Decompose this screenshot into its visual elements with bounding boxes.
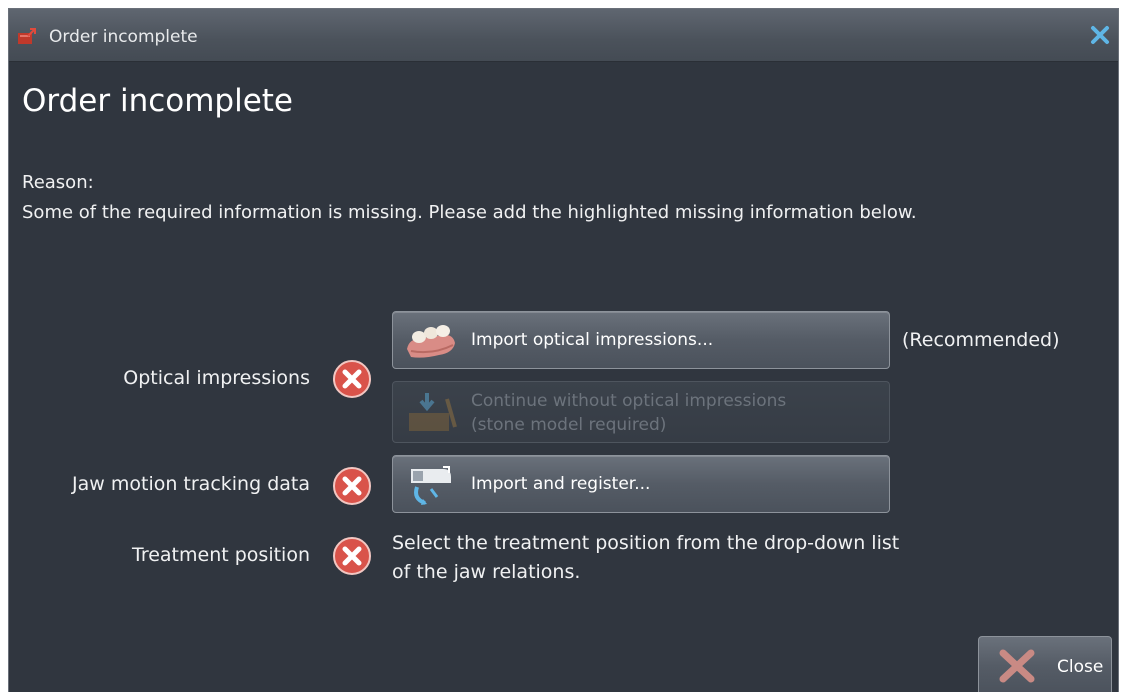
order-warning-icon (18, 28, 36, 44)
error-icon (333, 360, 371, 398)
import-and-register-label: Import and register... (471, 474, 651, 494)
continue-without-label-line2: (stone model required) (471, 415, 667, 435)
close-x-icon (999, 649, 1035, 683)
treatment-position-label: Treatment position (132, 544, 310, 566)
title-bar[interactable]: Order incomplete (9, 9, 1118, 62)
error-icon (333, 467, 371, 505)
import-optical-impressions-label: Import optical impressions... (471, 330, 714, 350)
reason-text: Some of the required information is miss… (22, 202, 917, 223)
reason-label: Reason: (22, 172, 94, 193)
recommended-note: (Recommended) (902, 329, 1060, 351)
page-title: Order incomplete (22, 83, 294, 119)
continue-without-label: Continue without optical impressions (st… (471, 389, 786, 437)
stone-model-icon (409, 393, 457, 431)
import-optical-impressions-button[interactable]: Import optical impressions... (392, 311, 890, 369)
close-button[interactable]: Close (978, 636, 1112, 692)
error-icon (333, 537, 371, 575)
continue-without-label-line1: Continue without optical impressions (471, 391, 787, 411)
treatment-position-hint: Select the treatment position from the d… (392, 532, 900, 583)
close-button-label: Close (1057, 657, 1104, 677)
window-title: Order incomplete (49, 27, 198, 47)
continue-without-optical-impressions-button[interactable]: Continue without optical impressions (st… (392, 381, 890, 443)
import-and-register-button[interactable]: Import and register... (392, 455, 890, 513)
jaw-tracking-icon (411, 466, 451, 505)
order-incomplete-dialog: Order incomplete Order incomplete Reason… (8, 8, 1119, 692)
dental-impression-icon (407, 325, 455, 358)
optical-impressions-label: Optical impressions (123, 367, 310, 389)
jaw-motion-tracking-label: Jaw motion tracking data (72, 473, 310, 495)
close-icon[interactable] (1090, 25, 1110, 45)
